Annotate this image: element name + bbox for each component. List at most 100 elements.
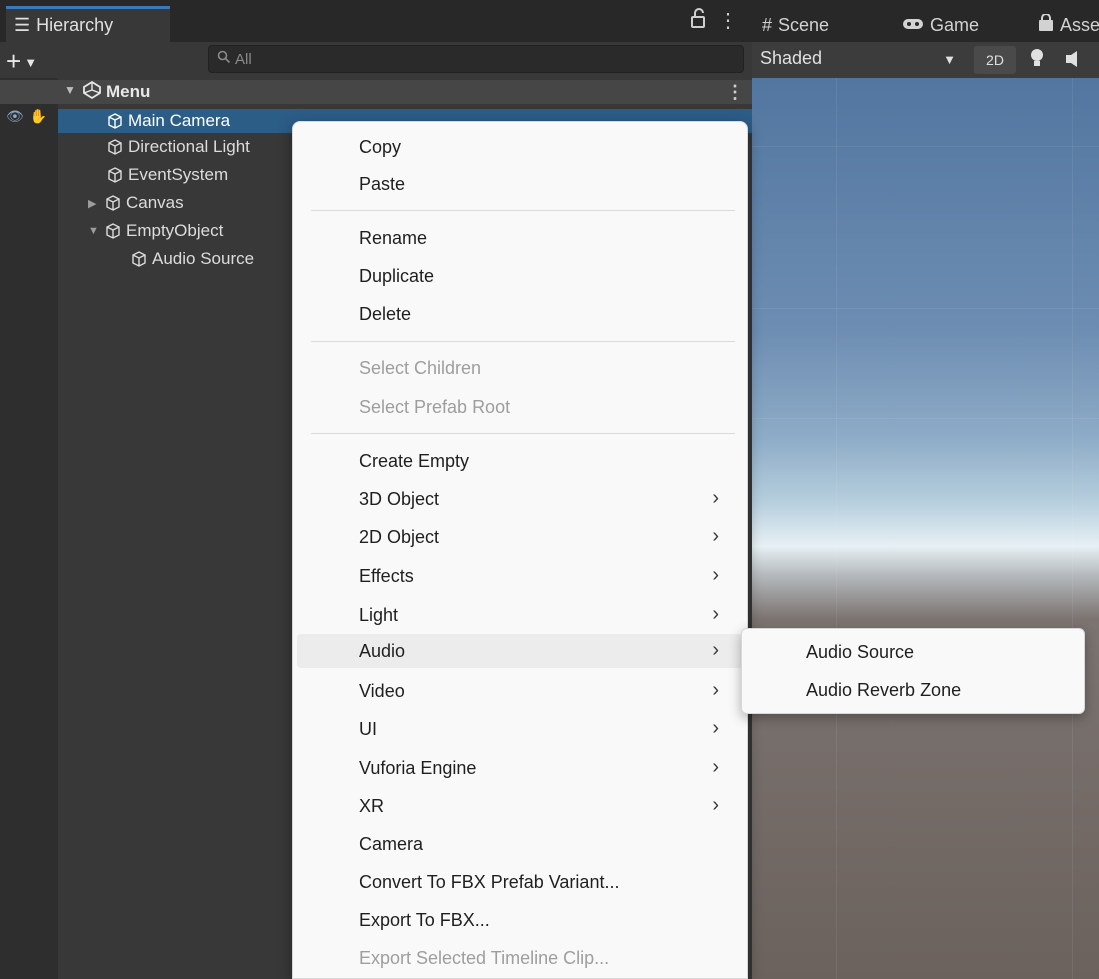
hierarchy-toolbar: + ▼ All: [0, 42, 752, 78]
audio-submenu: Audio Source Audio Reverb Zone: [741, 628, 1085, 714]
more-options-icon[interactable]: ⋮: [718, 8, 738, 34]
hierarchy-tab-label: Hierarchy: [36, 15, 114, 35]
menu-item-convert-fbx-prefab[interactable]: Convert To FBX Prefab Variant...: [297, 865, 743, 899]
scene-tab-bar: # Scene Game Asse: [752, 0, 1099, 42]
hierarchy-item-canvas[interactable]: ▶ Canvas: [88, 191, 184, 215]
eye-icon[interactable]: 👁: [6, 108, 24, 125]
menu-item-export-fbx[interactable]: Export To FBX...: [297, 903, 743, 937]
lock-icon[interactable]: [690, 8, 706, 34]
menu-item-rename[interactable]: Rename: [297, 221, 743, 255]
lightbulb-icon[interactable]: [1030, 48, 1044, 73]
scene-options-icon[interactable]: ⋮: [726, 82, 744, 103]
menu-item-effects[interactable]: Effects ›: [297, 559, 743, 593]
menu-item-label: 2D Object: [359, 526, 440, 547]
scene-name: Menu: [106, 82, 151, 101]
game-tab-label: Game: [930, 14, 980, 35]
menu-item-label: UI: [359, 718, 377, 739]
menu-item-camera[interactable]: Camera: [297, 827, 743, 861]
add-object-button[interactable]: + ▼: [6, 46, 37, 76]
chevron-right-icon: ›: [712, 487, 719, 509]
fold-right-icon[interactable]: ▶: [88, 197, 100, 210]
audio-toggle-icon[interactable]: [1066, 50, 1078, 73]
menu-item-export-timeline-clip: Export Selected Timeline Clip...: [359, 947, 610, 968]
gameobject-cube-icon: [106, 195, 120, 211]
menu-item-light[interactable]: Light ›: [297, 598, 743, 632]
scene-root-row[interactable]: ▼ Menu ⋮: [0, 80, 752, 104]
submenu-item-audio-source[interactable]: Audio Source: [746, 635, 1080, 669]
menu-item-select-children: Select Children: [359, 357, 482, 378]
hierarchy-search-input[interactable]: All: [208, 45, 744, 73]
menu-item-3d-object[interactable]: 3D Object ›: [297, 482, 743, 516]
plus-icon: +: [6, 46, 22, 76]
chevron-right-icon: ›: [712, 639, 719, 661]
hierarchy-item-directional-light[interactable]: Directional Light: [106, 135, 250, 159]
menu-item-ui[interactable]: UI ›: [297, 712, 743, 746]
search-placeholder: All: [235, 50, 252, 68]
hierarchy-item-label: Directional Light: [128, 137, 250, 156]
menu-item-label: Vuforia Engine: [359, 757, 477, 778]
menu-item-xr[interactable]: XR ›: [297, 789, 743, 823]
menu-item-audio[interactable]: Audio ›: [297, 634, 743, 668]
hierarchy-item-label: Main Camera: [128, 111, 231, 130]
hierarchy-item-audio-source[interactable]: Audio Source: [130, 247, 254, 271]
hierarchy-item-eventsystem[interactable]: EventSystem: [106, 163, 228, 187]
chevron-right-icon: ›: [712, 564, 719, 586]
chevron-right-icon: ›: [712, 756, 719, 778]
menu-separator: [311, 210, 735, 211]
caret-down-icon: ▼: [24, 55, 38, 70]
menu-item-copy[interactable]: Copy: [297, 130, 743, 164]
menu-item-select-prefab-root: Select Prefab Root: [359, 396, 511, 417]
gameobject-cube-icon: [106, 223, 120, 239]
menu-item-video[interactable]: Video ›: [297, 674, 743, 708]
hierarchy-tab-bar: ☰ Hierarchy ⋮: [0, 0, 752, 42]
gamepad-icon: [902, 15, 924, 36]
shading-mode-value: Shaded: [760, 48, 823, 68]
hash-icon: #: [762, 14, 773, 35]
menu-item-label: Video: [359, 680, 405, 701]
scene-panel: # Scene Game Asse Shaded ▼ 2D: [752, 0, 1099, 979]
menu-item-duplicate[interactable]: Duplicate: [297, 259, 743, 293]
hierarchy-item-label: EmptyObject: [126, 221, 224, 240]
menu-item-delete[interactable]: Delete: [297, 297, 743, 331]
gameobject-cube-icon: [108, 113, 122, 129]
tab-asset-store[interactable]: Asse: [1038, 8, 1099, 42]
tab-scene[interactable]: # Scene: [762, 8, 829, 42]
hierarchy-item-label: Canvas: [126, 193, 184, 212]
gameobject-cube-icon: [108, 139, 122, 155]
hierarchy-item-label: EventSystem: [128, 165, 229, 184]
caret-down-icon: ▼: [943, 52, 956, 67]
hierarchy-item-emptyobject[interactable]: ▼ EmptyObject: [88, 219, 223, 243]
menu-item-paste[interactable]: Paste: [297, 167, 743, 201]
tab-game[interactable]: Game: [902, 8, 979, 42]
tab-hierarchy[interactable]: ☰ Hierarchy: [6, 6, 170, 42]
menu-item-vuforia-engine[interactable]: Vuforia Engine ›: [297, 751, 743, 785]
toggle-2d-button[interactable]: 2D: [974, 46, 1016, 74]
menu-separator: [311, 341, 735, 342]
menu-item-label: Audio: [359, 640, 406, 661]
fold-down-icon[interactable]: ▼: [88, 225, 100, 237]
list-icon: ☰: [14, 15, 31, 35]
chevron-right-icon: ›: [712, 525, 719, 547]
scene-toolbar: Shaded ▼ 2D: [752, 42, 1099, 78]
hierarchy-tab-actions: ⋮: [690, 8, 738, 34]
menu-item-label: Light: [359, 604, 399, 625]
context-menu: Copy Paste Rename Duplicate Delete Selec…: [292, 121, 748, 979]
menu-item-2d-object[interactable]: 2D Object ›: [297, 520, 743, 554]
chevron-right-icon: ›: [712, 679, 719, 701]
submenu-item-audio-reverb-zone[interactable]: Audio Reverb Zone: [746, 673, 1080, 707]
scene-viewport[interactable]: [752, 78, 1099, 979]
menu-item-create-empty[interactable]: Create Empty: [297, 444, 743, 478]
menu-item-label: 3D Object: [359, 488, 440, 509]
chevron-right-icon: ›: [712, 603, 719, 625]
menu-item-label: XR: [359, 795, 385, 816]
fold-down-icon[interactable]: ▼: [64, 83, 76, 97]
gameobject-cube-icon: [108, 167, 122, 183]
shading-mode-dropdown[interactable]: Shaded ▼: [760, 48, 956, 69]
hierarchy-item-label: Audio Source: [152, 249, 255, 268]
scene-tab-label: Scene: [778, 14, 830, 35]
unity-scene-icon: [82, 80, 102, 105]
chevron-right-icon: ›: [712, 717, 719, 739]
shopping-bag-icon: [1038, 12, 1054, 37]
menu-item-label: Effects: [359, 565, 414, 586]
hand-pick-icon[interactable]: ✋: [30, 108, 47, 125]
